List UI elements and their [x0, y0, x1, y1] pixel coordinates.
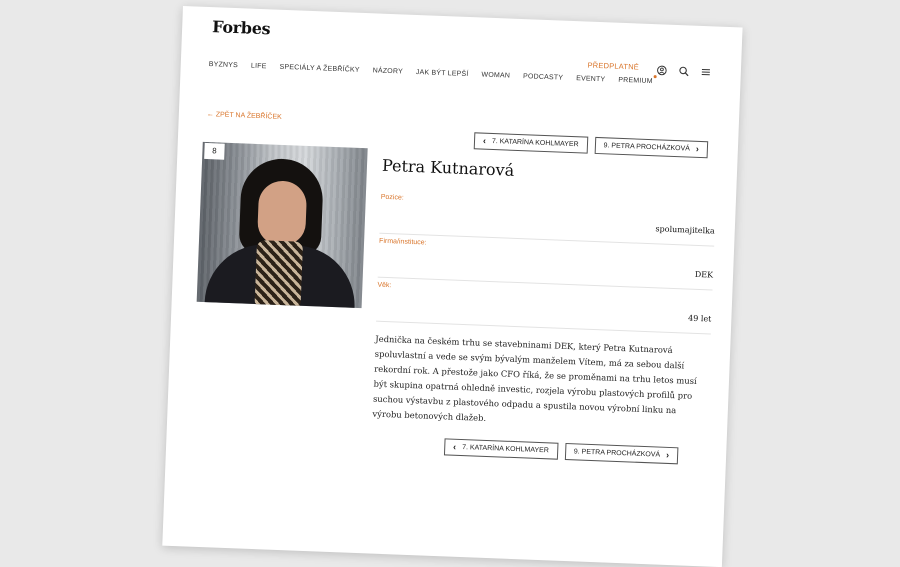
article-page: Forbes PŘEDPLATNÉ BYZNYS LIFE SPECIÁLY A…: [162, 6, 742, 567]
nav-item-premium[interactable]: PREMIUM: [618, 77, 653, 85]
field-position-value: spolumajitelka: [380, 214, 715, 236]
field-age: Věk: 49 let: [376, 282, 712, 335]
user-icon[interactable]: [657, 62, 667, 72]
search-icon[interactable]: [679, 63, 689, 73]
nav-item-life[interactable]: LIFE: [251, 63, 267, 71]
nav-item-eventy[interactable]: EVENTY: [576, 75, 605, 83]
nav-item-podcasty[interactable]: PODCASTY: [523, 73, 563, 82]
profile-photo: 8: [197, 142, 368, 308]
nav-item-specialy[interactable]: SPECIÁLY A ŽEBŘÍČKY: [279, 64, 359, 74]
nav-item-nazory[interactable]: NÁZORY: [373, 67, 403, 75]
next-profile-label-bottom: 9. PETRA PROCHÁZKOVÁ: [574, 448, 661, 458]
profile-description: Jednička na českém trhu se stavebninami …: [372, 332, 705, 435]
premium-dot-icon: [654, 75, 657, 78]
nav-item-byznys[interactable]: BYZNYS: [209, 61, 238, 69]
nav-item-woman[interactable]: WOMAN: [481, 72, 510, 80]
field-company-value: DEK: [378, 258, 713, 280]
next-profile-button-bottom[interactable]: 9. PETRA PROCHÁZKOVÁ ›: [564, 443, 678, 464]
field-company: Firma/instituce: DEK: [378, 238, 714, 291]
nav-item-premium-label: PREMIUM: [618, 77, 653, 85]
main-nav: BYZNYS LIFE SPECIÁLY A ŽEBŘÍČKY NÁZORY J…: [209, 61, 653, 85]
next-profile-button[interactable]: 9. PETRA PROCHÁZKOVÁ ›: [594, 137, 708, 158]
rank-badge: 8: [204, 143, 225, 160]
field-position-label: Pozice:: [381, 194, 716, 214]
next-profile-label: 9. PETRA PROCHÁZKOVÁ: [603, 142, 690, 152]
prev-profile-label: 7. KATARÍNA KOHLMAYER: [492, 138, 579, 148]
back-to-ranking-link[interactable]: ← ZPĚT NA ŽEBŘÍČEK: [207, 111, 282, 121]
header-actions: PŘEDPLATNÉ: [587, 60, 711, 75]
menu-icon[interactable]: [701, 64, 711, 74]
pager-bottom: ‹ 7. KATARÍNA KOHLMAYER 9. PETRA PROCHÁZ…: [444, 438, 679, 464]
profile-name: Petra Kutnarová: [382, 156, 515, 180]
pager-top: ‹ 7. KATARÍNA KOHLMAYER 9. PETRA PROCHÁZ…: [474, 132, 709, 158]
field-age-value: 49 let: [376, 302, 711, 324]
chevron-left-icon: ‹: [483, 138, 486, 145]
chevron-right-icon: ›: [696, 146, 699, 153]
nav-item-jak-byt-lepsi[interactable]: JAK BÝT LEPŠÍ: [416, 69, 469, 78]
prev-profile-button-bottom[interactable]: ‹ 7. KATARÍNA KOHLMAYER: [444, 438, 558, 459]
field-position: Pozice: spolumajitelka: [379, 194, 715, 247]
prev-profile-label-bottom: 7. KATARÍNA KOHLMAYER: [462, 444, 549, 454]
chevron-left-icon: ‹: [453, 444, 456, 451]
chevron-right-icon: ›: [666, 452, 669, 459]
prev-profile-button[interactable]: ‹ 7. KATARÍNA KOHLMAYER: [474, 132, 588, 153]
subscribe-link[interactable]: PŘEDPLATNÉ: [587, 60, 639, 71]
forbes-logo[interactable]: Forbes: [212, 17, 271, 38]
